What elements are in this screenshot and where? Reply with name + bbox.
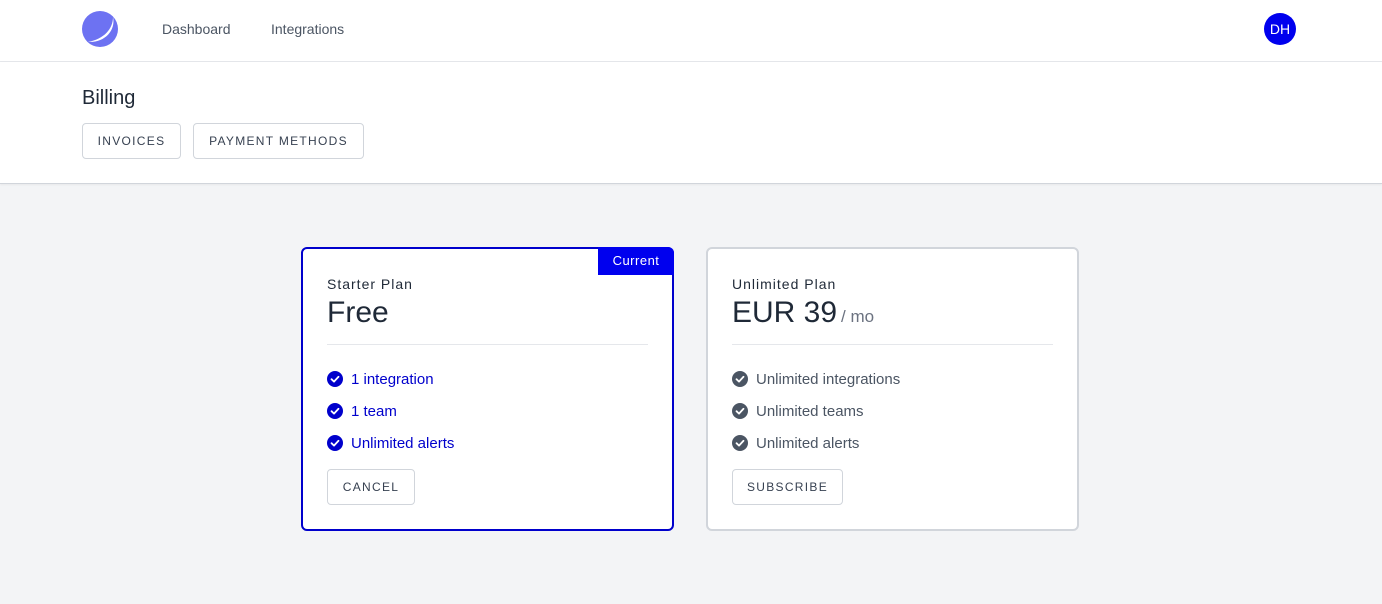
plan-price: Free xyxy=(327,296,389,330)
feature-label: Unlimited alerts xyxy=(756,434,860,452)
page-header: Billing INVOICES PAYMENT METHODS xyxy=(0,62,1382,184)
plan-price: EUR 39/ mo xyxy=(732,296,874,330)
feature-label: 1 integration xyxy=(351,370,434,388)
feature-item: Unlimited alerts xyxy=(327,427,454,459)
feature-label: 1 team xyxy=(351,402,397,420)
subscribe-button[interactable]: SUBSCRIBE xyxy=(732,469,843,505)
divider xyxy=(732,344,1053,345)
payment-methods-button[interactable]: PAYMENT METHODS xyxy=(193,123,364,159)
current-plan-badge: Current xyxy=(598,247,674,275)
feature-list: Unlimited integrations Unlimited teams U… xyxy=(732,363,900,459)
user-avatar[interactable]: DH xyxy=(1264,13,1296,45)
check-circle-icon xyxy=(732,371,748,387)
plan-price-value: Free xyxy=(327,296,389,329)
page-title: Billing xyxy=(82,87,136,109)
feature-item: Unlimited alerts xyxy=(732,427,900,459)
nav-link-integrations[interactable]: Integrations xyxy=(271,21,344,37)
crescent-logo-icon[interactable] xyxy=(82,11,118,47)
feature-list: 1 integration 1 team Unlimited alerts xyxy=(327,363,454,459)
plan-name: Unlimited Plan xyxy=(732,276,837,292)
check-circle-icon xyxy=(732,435,748,451)
invoices-button[interactable]: INVOICES xyxy=(82,123,181,159)
divider xyxy=(327,344,648,345)
feature-item: 1 integration xyxy=(327,363,454,395)
top-navbar: Dashboard Integrations DH xyxy=(0,0,1382,62)
check-circle-icon xyxy=(327,435,343,451)
plan-name: Starter Plan xyxy=(327,276,413,292)
check-circle-icon xyxy=(327,371,343,387)
check-circle-icon xyxy=(327,403,343,419)
plan-period: / mo xyxy=(841,307,875,326)
plan-price-value: EUR 39 xyxy=(732,296,838,329)
plan-card-starter: Current Starter Plan Free 1 integration … xyxy=(301,247,674,531)
feature-label: Unlimited teams xyxy=(756,402,864,420)
check-circle-icon xyxy=(732,403,748,419)
nav-link-dashboard[interactable]: Dashboard xyxy=(162,21,231,37)
feature-item: Unlimited integrations xyxy=(732,363,900,395)
cancel-plan-button[interactable]: CANCEL xyxy=(327,469,415,505)
feature-label: Unlimited alerts xyxy=(351,434,455,452)
plan-card-unlimited: Unlimited Plan EUR 39/ mo Unlimited inte… xyxy=(706,247,1079,531)
feature-item: Unlimited teams xyxy=(732,395,900,427)
feature-label: Unlimited integrations xyxy=(756,370,901,388)
feature-item: 1 team xyxy=(327,395,454,427)
